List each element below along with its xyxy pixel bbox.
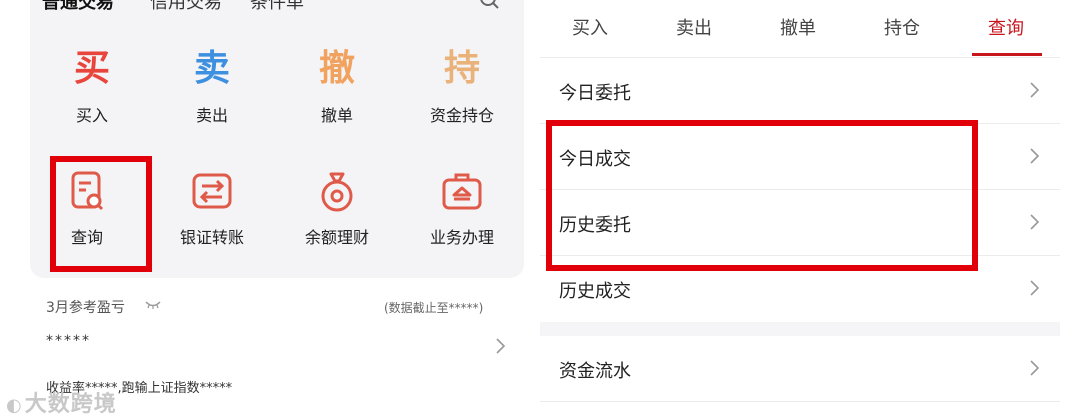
cancel-glyph-icon: 撤 <box>318 48 355 89</box>
tab-positions[interactable]: 持仓 <box>884 14 920 40</box>
watermark: ◐大数跨境 <box>6 386 117 418</box>
tab-normal-trade[interactable]: 普通交易 <box>42 0 114 14</box>
tab-query[interactable]: 查询 <box>988 14 1024 40</box>
grid-item-buy[interactable]: 买 买入 <box>30 42 154 126</box>
grid-item-label: 买入 <box>75 106 108 125</box>
list-item-label: 历史成交 <box>559 281 631 302</box>
grid-item-cancel[interactable]: 撤 撤单 <box>275 42 399 126</box>
chevron-right-icon <box>1030 148 1040 164</box>
pnl-title: 3月参考盈亏 <box>46 300 125 316</box>
grid-item-label: 撤单 <box>320 106 353 125</box>
grid-item-business[interactable]: 业务办理 <box>400 164 524 248</box>
list-item-label: 资金流水 <box>559 361 631 382</box>
active-tab-indicator <box>972 53 1042 56</box>
grid-item-label: 余额理财 <box>304 228 369 247</box>
search-icon[interactable] <box>478 0 500 10</box>
grid-item-bank-transfer[interactable]: 银证转账 <box>150 164 274 248</box>
money-bag-icon <box>275 164 399 218</box>
grid-item-label: 卖出 <box>195 106 228 125</box>
chevron-right-icon <box>1030 280 1040 296</box>
grid-item-label: 银证转账 <box>179 228 244 247</box>
grid-item-sell[interactable]: 卖 卖出 <box>150 42 274 126</box>
watermark-text: 大数跨境 <box>24 392 117 417</box>
watermark-logo-icon: ◐ <box>6 395 23 416</box>
trade-type-tabs: 普通交易 信用交易 条件单 <box>42 0 332 13</box>
chevron-right-icon <box>1030 214 1040 230</box>
list-item-fund-flow[interactable]: 资金流水 <box>540 336 1060 402</box>
pnl-value: ***** <box>46 333 91 349</box>
grid-item-positions[interactable]: 持 资金持仓 <box>400 42 524 126</box>
row-divider <box>540 401 1060 402</box>
chevron-right-icon <box>1030 82 1040 98</box>
trade-tab-bar: 买入 卖出 撤单 持仓 查询 <box>540 0 1060 58</box>
tab-credit-trade[interactable]: 信用交易 <box>150 0 222 14</box>
grid-item-label: 业务办理 <box>429 228 494 247</box>
tab-sell[interactable]: 卖出 <box>676 14 712 40</box>
buy-glyph-icon: 买 <box>73 48 110 89</box>
highlight-box-trade-records <box>546 120 978 271</box>
data-cutoff-note: (数据截止至*****) <box>384 301 484 315</box>
left-panel: 普通交易 信用交易 条件单 买 买入 卖 卖出 撤 撤单 持 资金持仓 查询 银… <box>0 0 540 419</box>
list-item-label: 今日委托 <box>559 83 631 104</box>
highlight-box-query <box>50 156 152 272</box>
briefcase-icon <box>400 164 524 218</box>
tab-buy[interactable]: 买入 <box>572 14 608 40</box>
positions-glyph-icon: 持 <box>443 48 480 89</box>
tab-conditional-order[interactable]: 条件单 <box>250 0 304 14</box>
list-item-today-orders[interactable]: 今日委托 <box>540 58 1060 124</box>
grid-item-balance-finance[interactable]: 余额理财 <box>275 164 399 248</box>
chevron-right-icon <box>1030 360 1040 376</box>
chevron-right-icon[interactable] <box>494 337 506 355</box>
transfer-icon <box>150 164 274 218</box>
sell-glyph-icon: 卖 <box>193 48 230 89</box>
eye-closed-icon[interactable] <box>145 300 161 310</box>
section-gap <box>540 322 1060 336</box>
grid-item-label: 资金持仓 <box>429 106 494 125</box>
tab-cancel[interactable]: 撤单 <box>780 14 816 40</box>
